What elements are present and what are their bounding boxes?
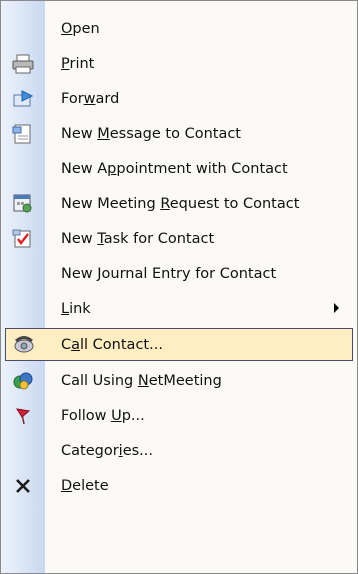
- menu-item-call-netmeeting[interactable]: Call Using NetMeeting: [1, 363, 357, 398]
- menu-item-label: New Message to Contact: [61, 125, 241, 142]
- menu-item-label: New Journal Entry for Contact: [61, 265, 277, 282]
- forward-icon: [11, 87, 35, 111]
- submenu-arrow-icon: [334, 303, 339, 313]
- menu-item-label: Link: [61, 300, 91, 317]
- menu-item-link[interactable]: Link: [1, 291, 357, 326]
- menu-item-label: Categories...: [61, 442, 153, 459]
- context-menu: Open Print Forward New Message to Contac…: [0, 0, 358, 574]
- menu-item-open[interactable]: Open: [1, 11, 357, 46]
- menu-item-new-meeting-request[interactable]: New Meeting Request to Contact: [1, 186, 357, 221]
- phone-icon: [12, 332, 36, 356]
- meeting-request-icon: [11, 192, 35, 216]
- task-icon: [11, 227, 35, 251]
- menu-item-new-task[interactable]: New Task for Contact: [1, 221, 357, 256]
- menu-item-label: Forward: [61, 90, 120, 107]
- menu-item-print[interactable]: Print: [1, 46, 357, 81]
- menu-item-label: Print: [61, 55, 95, 72]
- menu-item-call-contact[interactable]: Call Contact...: [5, 328, 353, 361]
- menu-item-categories[interactable]: Categories...: [1, 433, 357, 468]
- flag-icon: [11, 404, 35, 428]
- menu-item-new-journal-entry[interactable]: New Journal Entry for Contact: [1, 256, 357, 291]
- menu-items: Open Print Forward New Message to Contac…: [1, 11, 357, 503]
- menu-item-forward[interactable]: Forward: [1, 81, 357, 116]
- menu-item-label: New Appointment with Contact: [61, 160, 288, 177]
- menu-item-new-message[interactable]: New Message to Contact: [1, 116, 357, 151]
- menu-item-new-appointment[interactable]: New Appointment with Contact: [1, 151, 357, 186]
- netmeeting-icon: [11, 369, 35, 393]
- menu-item-follow-up[interactable]: Follow Up...: [1, 398, 357, 433]
- menu-item-label: Call Using NetMeeting: [61, 372, 222, 389]
- new-message-icon: [11, 122, 35, 146]
- menu-item-label: Delete: [61, 477, 109, 494]
- menu-item-label: New Meeting Request to Contact: [61, 195, 300, 212]
- menu-item-label: Call Contact...: [61, 336, 163, 353]
- menu-item-label: Open: [61, 20, 100, 37]
- menu-item-delete[interactable]: Delete: [1, 468, 357, 503]
- menu-item-label: Follow Up...: [61, 407, 145, 424]
- menu-item-label: New Task for Contact: [61, 230, 215, 247]
- printer-icon: [11, 52, 35, 76]
- delete-icon: [11, 474, 35, 498]
